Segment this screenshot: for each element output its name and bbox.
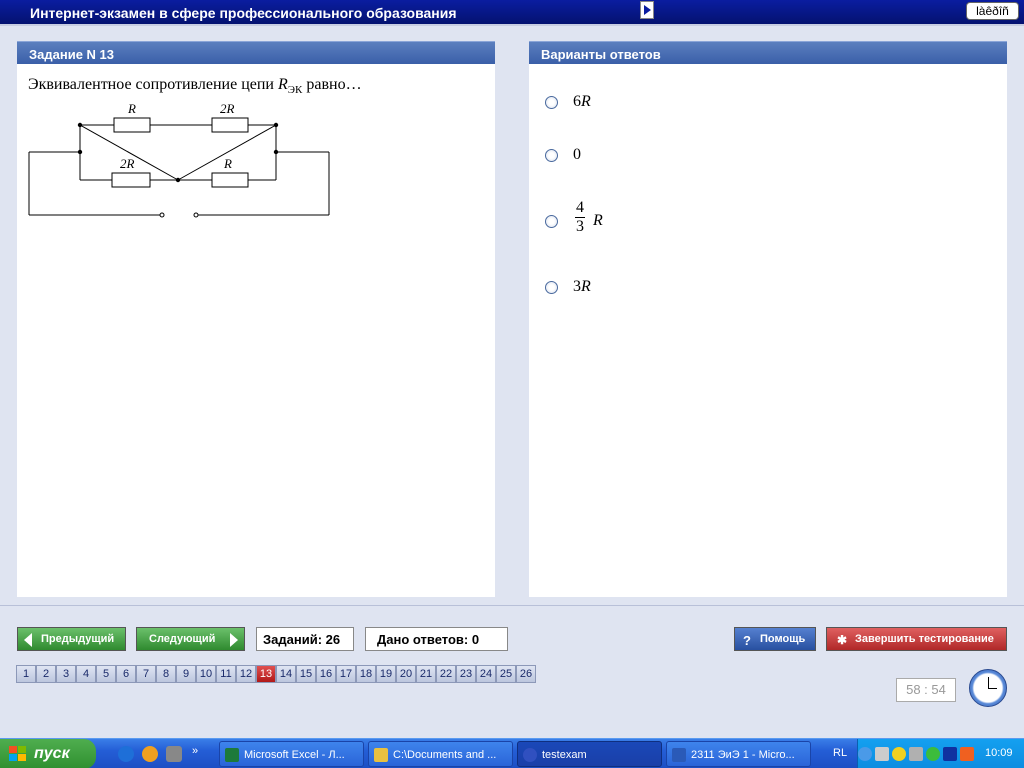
question-number-button[interactable]: 14 [276,665,296,683]
question-number: Задание N 13 [29,47,115,62]
label-bottom-left: 2R [120,156,135,171]
label-top-left: R [127,101,136,116]
tray-expand-icon[interactable] [858,747,872,761]
answers-header: Варианты ответов [529,41,1007,64]
question-number-button[interactable]: 25 [496,665,516,683]
clock-icon [969,669,1007,707]
fraction-denominator: 3 [576,218,584,235]
question-number-button[interactable]: 7 [136,665,156,683]
total-questions: Заданий: 26 [256,627,354,651]
question-number-button[interactable]: 24 [476,665,496,683]
question-number-button[interactable]: 19 [376,665,396,683]
fraction-numerator: 4 [575,199,585,218]
resistor-bottom-right [211,172,249,188]
help-button[interactable]: ? Помощь [734,627,816,651]
task-excel[interactable]: Microsoft Excel - Л... [219,741,364,767]
question-number-button[interactable]: 17 [336,665,356,683]
circuit-diagram: R 2R 2R R [28,101,330,218]
word-icon [672,748,686,762]
question-symbol: R [278,76,288,93]
fraction-variable: R [593,212,603,229]
question-number-button[interactable]: 11 [216,665,236,683]
prev-button[interactable]: Предыдущий [17,627,126,651]
question-number-button[interactable]: 22 [436,665,456,683]
question-number-button[interactable]: 20 [396,665,416,683]
question-header: Задание N 13 [17,41,495,64]
question-number-button[interactable]: 21 [416,665,436,683]
question-number-button[interactable]: 18 [356,665,376,683]
question-number-button[interactable]: 9 [176,665,196,683]
question-text-before: Эквивалентное сопротивление цепи [28,76,274,93]
taskbar: пуск » Microsoft Excel - Л... C:\Documen… [0,738,1024,768]
question-number-button[interactable]: 13 [256,665,276,683]
answer-fraction: 4 3 [575,199,585,236]
media-player-icon[interactable] [142,746,158,762]
green-tray-icon[interactable] [926,747,940,761]
question-number-button[interactable]: 26 [516,665,536,683]
question-number-strip: 1 2 3 4 5 6 7 8 9 10 11 12 13 14 15 16 17 18 19 20 21 22 23 24 2… [16,665,536,683]
question-number-button[interactable]: 3 [56,665,76,683]
label-bottom-right: R [223,156,232,171]
system-tray: 10:09 [857,739,1024,768]
radio-button[interactable] [545,149,558,162]
answers-title: Варианты ответов [541,47,661,62]
play-icon[interactable] [640,1,654,19]
help-icon: ? [743,633,751,648]
play-icon[interactable] [909,747,923,761]
radio-button[interactable] [545,215,558,228]
globe-icon [523,748,537,762]
question-number-button[interactable]: 6 [116,665,136,683]
radio-button[interactable] [545,96,558,109]
language-button[interactable]: làêðîñ [966,2,1019,20]
arrow-left-icon [24,633,32,647]
media-tray-icon[interactable] [943,747,957,761]
window-title: Интернет-экзамен в сфере профессионально… [30,5,457,21]
question-number-button[interactable]: 8 [156,665,176,683]
question-number-button[interactable]: 12 [236,665,256,683]
next-button[interactable]: Следующий [136,627,245,651]
running-man-icon: ✱ [837,633,848,647]
question-text: Эквивалентное сопротивление цепи RЭК рав… [28,76,362,96]
ie-icon[interactable] [118,746,134,762]
radio-button[interactable] [545,281,558,294]
question-number-button[interactable]: 23 [456,665,476,683]
question-text-after: равно… [306,76,362,93]
windows-logo-icon [9,746,27,762]
question-number-button[interactable]: 16 [316,665,336,683]
resistor-top-right [211,117,249,133]
question-number-button[interactable]: 5 [96,665,116,683]
resistor-bottom-left [111,172,151,188]
language-indicator[interactable]: RL [833,747,847,759]
system-clock: 10:09 [985,747,1013,759]
window-titlebar: Интернет-экзамен в сфере профессионально… [0,0,1024,26]
question-number-button[interactable]: 2 [36,665,56,683]
tool-icon[interactable] [166,746,182,762]
task-word[interactable]: 2311 ЭиЭ 1 - Micro... [666,741,811,767]
question-number-button[interactable]: 4 [76,665,96,683]
sun-icon[interactable] [892,747,906,761]
answer-label: 6R [573,93,591,110]
finish-button[interactable]: ✱ Завершить тестирование [826,627,1007,651]
answered-count: Дано ответов: 0 [365,627,508,651]
red-tray-icon[interactable] [960,747,974,761]
folder-icon [374,748,388,762]
arrow-right-icon [230,633,238,647]
question-number-button[interactable]: 1 [16,665,36,683]
task-explorer[interactable]: C:\Documents and ... [368,741,513,767]
timer: 58 : 54 [896,678,956,702]
answer-label: 0 [573,146,581,163]
start-button[interactable]: пуск [0,739,96,768]
answer-label: 3R [573,278,591,295]
chevron-right-icon[interactable]: » [192,745,198,757]
excel-icon [225,748,239,762]
answers-panel [529,64,1007,597]
label-top-right: 2R [220,101,235,116]
printer-icon[interactable] [875,747,889,761]
question-number-button[interactable]: 15 [296,665,316,683]
resistor-top-left [113,117,151,133]
question-number-button[interactable]: 10 [196,665,216,683]
task-testexam[interactable]: testexam [517,741,662,767]
